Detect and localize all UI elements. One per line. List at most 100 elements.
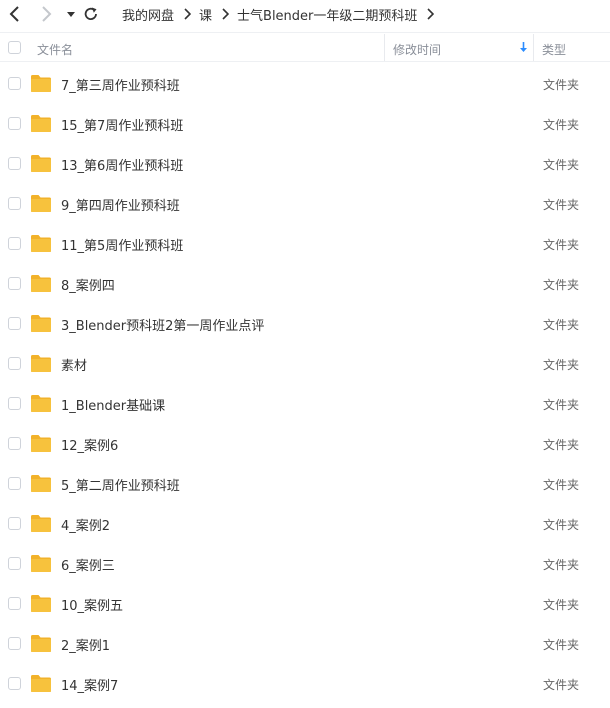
- breadcrumb-item-current[interactable]: 士气Blender一年级二期预科班: [237, 5, 417, 24]
- folder-icon: [31, 555, 51, 572]
- folder-icon: [31, 315, 51, 332]
- breadcrumb-expand-icon[interactable]: [426, 8, 435, 20]
- file-type: 文件夹: [543, 278, 580, 292]
- folder-icon: [31, 115, 51, 132]
- file-row[interactable]: 素材 文件夹: [0, 344, 610, 384]
- file-type: 文件夹: [543, 78, 580, 92]
- folder-icon: [31, 475, 51, 492]
- file-row[interactable]: 4_案例2 文件夹: [0, 504, 610, 544]
- file-row[interactable]: 8_案例四 文件夹: [0, 264, 610, 304]
- file-row[interactable]: 14_案例7 文件夹: [0, 664, 610, 704]
- file-type: 文件夹: [543, 398, 580, 412]
- file-type: 文件夹: [543, 678, 580, 692]
- row-checkbox[interactable]: [8, 317, 21, 330]
- row-checkbox[interactable]: [8, 557, 21, 570]
- row-checkbox[interactable]: [8, 197, 21, 210]
- file-name[interactable]: 13_第6周作业预科班: [61, 155, 183, 174]
- folder-icon: [31, 515, 51, 532]
- column-header-name[interactable]: 文件名: [37, 41, 73, 58]
- select-all-checkbox[interactable]: [8, 41, 21, 54]
- breadcrumb-item-course[interactable]: 课: [199, 5, 212, 24]
- file-list: 7_第三周作业预科班 文件夹 15_第7周作业预科班 文件夹 13_第6周作业预科班 文件…: [0, 64, 610, 704]
- file-type: 文件夹: [543, 478, 580, 492]
- file-row[interactable]: 3_Blender预科班2第一周作业点评 文件夹: [0, 304, 610, 344]
- caret-down-icon: [67, 12, 75, 17]
- file-type: 文件夹: [543, 438, 580, 452]
- folder-icon: [31, 195, 51, 212]
- file-type: 文件夹: [543, 118, 580, 132]
- row-checkbox[interactable]: [8, 597, 21, 610]
- row-checkbox[interactable]: [8, 477, 21, 490]
- folder-icon: [31, 595, 51, 612]
- row-checkbox[interactable]: [8, 637, 21, 650]
- folder-icon: [31, 275, 51, 292]
- file-row[interactable]: 11_第5周作业预科班 文件夹: [0, 224, 610, 264]
- file-row[interactable]: 12_案例6 文件夹: [0, 424, 610, 464]
- history-dropdown-button[interactable]: [62, 5, 80, 23]
- chevron-right-icon: [42, 6, 52, 22]
- breadcrumb-item-root[interactable]: 我的网盘: [122, 5, 174, 24]
- file-row[interactable]: 5_第二周作业预科班 文件夹: [0, 464, 610, 504]
- folder-icon: [31, 155, 51, 172]
- file-row[interactable]: 10_案例五 文件夹: [0, 584, 610, 624]
- file-name[interactable]: 1_Blender基础课: [61, 395, 165, 414]
- refresh-button[interactable]: [82, 5, 100, 23]
- file-name[interactable]: 6_案例三: [61, 555, 115, 574]
- file-name[interactable]: 10_案例五: [61, 595, 123, 614]
- column-header-type[interactable]: 类型: [542, 41, 566, 58]
- file-name[interactable]: 11_第5周作业预科班: [61, 235, 183, 254]
- column-header-modified[interactable]: 修改时间: [393, 41, 441, 58]
- file-name[interactable]: 8_案例四: [61, 275, 115, 294]
- row-checkbox[interactable]: [8, 437, 21, 450]
- breadcrumb: 我的网盘 课 士气Blender一年级二期预科班: [122, 0, 442, 28]
- row-checkbox[interactable]: [8, 237, 21, 250]
- folder-icon: [31, 435, 51, 452]
- column-divider[interactable]: [533, 34, 534, 61]
- file-name[interactable]: 5_第二周作业预科班: [61, 475, 180, 494]
- file-name[interactable]: 12_案例6: [61, 435, 118, 454]
- folder-icon: [31, 75, 51, 92]
- sort-descending-icon[interactable]: [519, 42, 528, 53]
- file-type: 文件夹: [543, 358, 580, 372]
- row-checkbox[interactable]: [8, 397, 21, 410]
- breadcrumb-separator-icon: [183, 8, 192, 20]
- file-row[interactable]: 9_第四周作业预科班 文件夹: [0, 184, 610, 224]
- file-type: 文件夹: [543, 198, 580, 212]
- folder-icon: [31, 635, 51, 652]
- file-name[interactable]: 4_案例2: [61, 515, 110, 534]
- row-checkbox[interactable]: [8, 117, 21, 130]
- breadcrumb-separator-icon: [221, 8, 230, 20]
- row-checkbox[interactable]: [8, 157, 21, 170]
- file-type: 文件夹: [543, 158, 580, 172]
- file-row[interactable]: 7_第三周作业预科班 文件夹: [0, 64, 610, 104]
- folder-icon: [31, 395, 51, 412]
- file-row[interactable]: 13_第6周作业预科班 文件夹: [0, 144, 610, 184]
- row-checkbox[interactable]: [8, 677, 21, 690]
- file-name[interactable]: 9_第四周作业预科班: [61, 195, 180, 214]
- file-type: 文件夹: [543, 238, 580, 252]
- refresh-icon: [84, 7, 97, 20]
- file-row[interactable]: 6_案例三 文件夹: [0, 544, 610, 584]
- file-row[interactable]: 15_第7周作业预科班 文件夹: [0, 104, 610, 144]
- row-checkbox[interactable]: [8, 277, 21, 290]
- file-name[interactable]: 2_案例1: [61, 635, 110, 654]
- file-row[interactable]: 2_案例1 文件夹: [0, 624, 610, 664]
- row-checkbox[interactable]: [8, 77, 21, 90]
- back-button[interactable]: [6, 5, 24, 23]
- file-name[interactable]: 15_第7周作业预科班: [61, 115, 183, 134]
- file-name[interactable]: 3_Blender预科班2第一周作业点评: [61, 315, 264, 334]
- row-checkbox[interactable]: [8, 357, 21, 370]
- folder-icon: [31, 355, 51, 372]
- file-name[interactable]: 素材: [61, 355, 87, 374]
- file-list-header: 文件名 修改时间 类型: [0, 32, 610, 62]
- file-type: 文件夹: [543, 638, 580, 652]
- file-name[interactable]: 14_案例7: [61, 675, 118, 694]
- row-checkbox[interactable]: [8, 517, 21, 530]
- forward-button[interactable]: [37, 5, 55, 23]
- file-row[interactable]: 1_Blender基础课 文件夹: [0, 384, 610, 424]
- toolbar: 我的网盘 课 士气Blender一年级二期预科班: [0, 0, 610, 28]
- file-name[interactable]: 7_第三周作业预科班: [61, 75, 180, 94]
- folder-icon: [31, 235, 51, 252]
- file-type: 文件夹: [543, 558, 580, 572]
- column-divider[interactable]: [384, 34, 385, 61]
